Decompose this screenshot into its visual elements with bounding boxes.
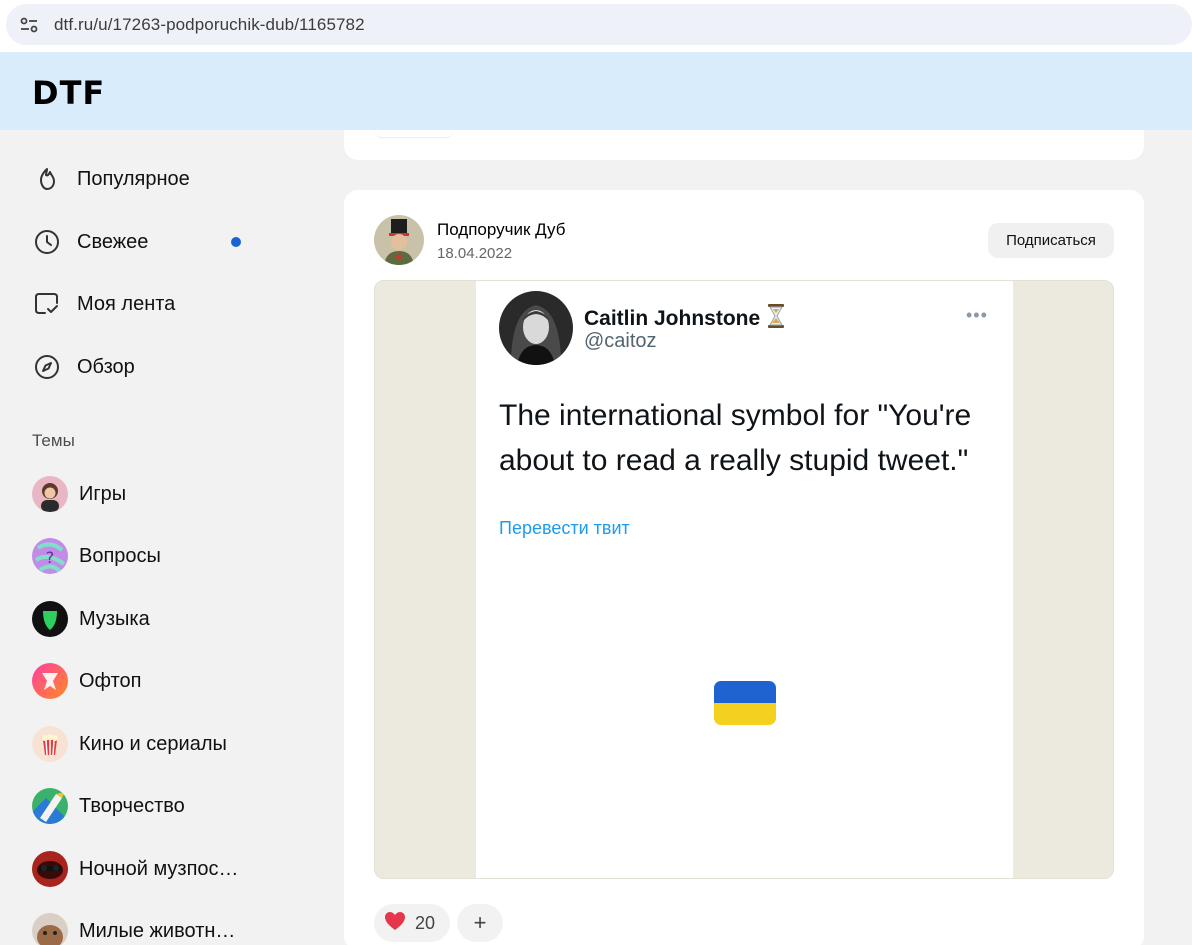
hourglass-icon: [766, 303, 786, 335]
nav-label: Обзор: [77, 355, 135, 378]
tune-icon[interactable]: [16, 12, 42, 38]
post-date[interactable]: 18.04.2022: [437, 245, 512, 262]
author-avatar[interactable]: [374, 215, 424, 265]
address-bar[interactable]: dtf.ru/u/17263-podporuchik-dub/1165782: [6, 4, 1192, 45]
topic-offtop[interactable]: Офтоп: [32, 661, 292, 701]
browser-toolbar: dtf.ru/u/17263-podporuchik-dub/1165782: [0, 0, 1192, 52]
topic-label: Игры: [79, 482, 127, 505]
topic-avatar: [32, 788, 68, 824]
tweet-text: The international symbol for "You're abo…: [499, 399, 972, 477]
nav-label: Моя лента: [77, 292, 176, 315]
themes-heading: Темы: [32, 431, 75, 450]
svg-text:?: ?: [46, 548, 55, 567]
add-reaction-button[interactable]: +: [457, 904, 503, 942]
author-name[interactable]: Подпоручик Дуб: [437, 220, 565, 240]
tweet-screenshot: Caitlin Johnstone @caitoz ••• The intern…: [476, 281, 1013, 878]
nav-popular[interactable]: Популярное: [32, 159, 262, 199]
topic-night-music[interactable]: Ночной музпос…: [32, 849, 292, 889]
url-text[interactable]: dtf.ru/u/17263-podporuchik-dub/1165782: [54, 15, 365, 35]
topic-creativity[interactable]: Творчество: [32, 786, 292, 826]
new-content-dot: [231, 237, 241, 247]
previous-post-card: [344, 130, 1144, 160]
topic-label: Кино и сериалы: [79, 732, 227, 755]
topic-movies[interactable]: Кино и сериалы: [32, 724, 292, 764]
tweet-author-name-text: Caitlin Johnstone: [584, 307, 761, 330]
nav-label: Популярное: [77, 167, 190, 190]
topic-questions[interactable]: ? Вопросы: [32, 536, 292, 576]
translate-tweet-link: Перевести твит: [499, 518, 630, 538]
topic-games[interactable]: Игры: [32, 474, 292, 514]
topic-music[interactable]: Музыка: [32, 599, 292, 639]
compass-icon: [32, 352, 62, 382]
clock-icon: [32, 227, 62, 257]
topic-avatar: ?: [32, 538, 68, 574]
topic-avatar: [32, 601, 68, 637]
topic-label: Музыка: [79, 607, 150, 630]
heart-icon: [384, 911, 406, 936]
topic-avatar: [32, 663, 68, 699]
nav-fresh[interactable]: Свежее: [32, 222, 262, 262]
nav-label: Свежее: [77, 230, 149, 253]
post-image[interactable]: Caitlin Johnstone @caitoz ••• The intern…: [374, 280, 1114, 879]
flame-icon: [32, 164, 62, 194]
more-icon: •••: [966, 305, 988, 325]
subscribe-button[interactable]: Подписаться: [988, 223, 1114, 258]
sidebar: Популярное Свежее Моя лента Обзор Темы И…: [0, 130, 320, 945]
topic-label: Вопросы: [79, 544, 161, 567]
topic-avatar: [32, 851, 68, 887]
like-reaction-button[interactable]: 20: [374, 904, 450, 942]
topic-label: Творчество: [79, 794, 185, 817]
previous-post-button-edge: [374, 130, 454, 138]
topic-label: Милые животн…: [79, 919, 236, 942]
topic-avatar: [32, 476, 68, 512]
topic-avatar: [32, 726, 68, 762]
nav-my-feed[interactable]: Моя лента: [32, 284, 262, 324]
dtf-logo[interactable]: DTF: [32, 76, 105, 110]
topic-label: Офтоп: [79, 669, 142, 692]
topic-label: Ночной музпос…: [79, 857, 239, 880]
nav-overview[interactable]: Обзор: [32, 347, 262, 387]
post-card: Подпоручик Дуб 18.04.2022 Подписаться Ca…: [344, 190, 1144, 945]
topic-avatar: [32, 913, 68, 945]
ukraine-flag-icon: [714, 681, 776, 725]
reaction-count: 20: [415, 912, 436, 933]
topic-cute-animals[interactable]: Милые животн…: [32, 911, 292, 945]
feed-check-icon: [32, 289, 62, 319]
tweet-author-handle: @caitoz: [584, 330, 657, 352]
tweet-author-avatar: [499, 291, 573, 365]
site-header: [0, 52, 1192, 130]
